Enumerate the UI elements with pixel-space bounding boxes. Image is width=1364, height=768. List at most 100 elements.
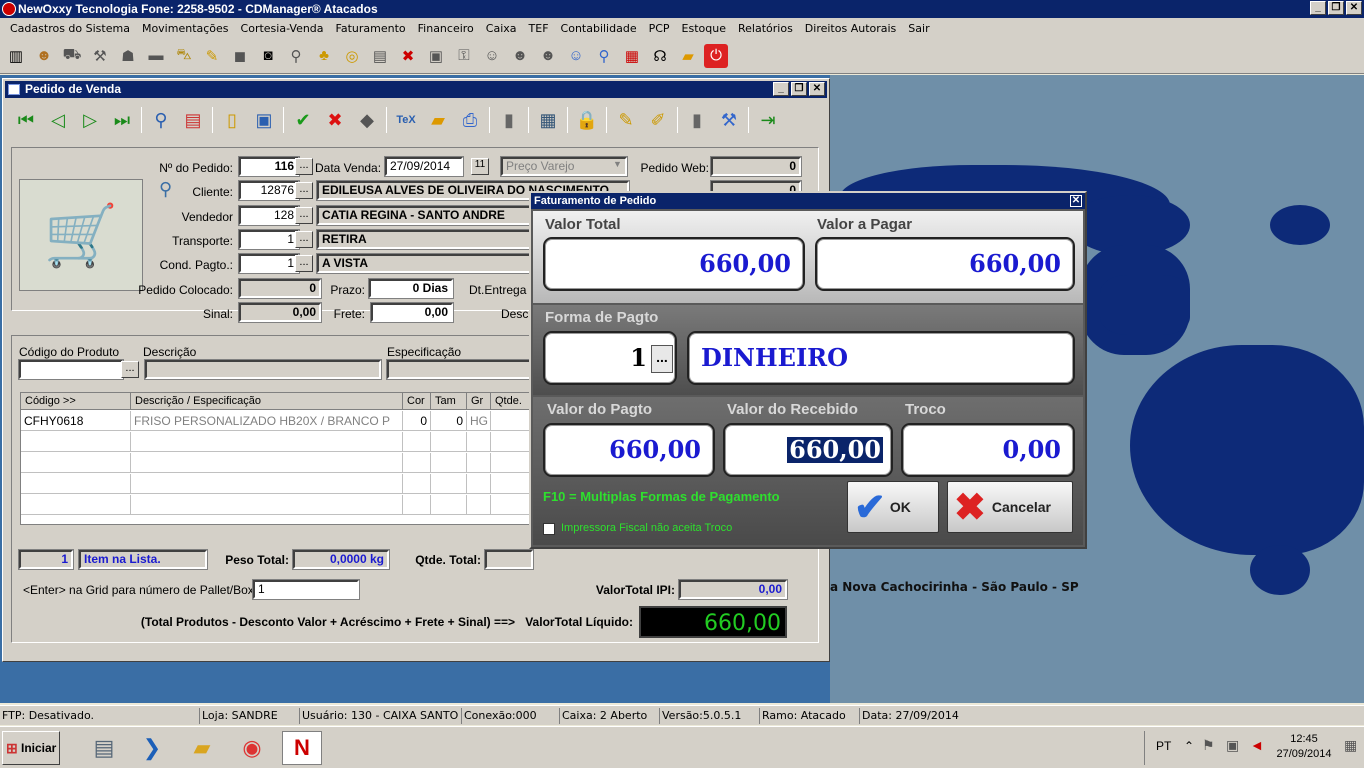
cond-codigo-field[interactable]: 1 [238,253,300,274]
users-icon[interactable]: ☻ [32,44,56,68]
col-tam[interactable]: Tam [431,393,467,410]
menu-estoque[interactable]: Estoque [676,22,732,35]
user-settings-icon[interactable]: ☺ [564,44,588,68]
menu-movimentacoes[interactable]: Movimentações [136,22,235,35]
edit-note-icon[interactable]: ✐ [645,107,671,133]
prev-record-icon[interactable]: ◁ [45,107,71,133]
produto-lookup-button[interactable]: ... [121,361,139,378]
menu-contabilidade[interactable]: Contabilidade [555,22,643,35]
search-icon[interactable]: ⚲ [592,44,616,68]
col-gr[interactable]: Gr [467,393,491,410]
menu-sair[interactable]: Sair [902,22,935,35]
menu-cortesia-venda[interactable]: Cortesia-Venda [235,22,330,35]
pedido-close-button[interactable]: ✕ [809,82,825,96]
dialog-close-button[interactable]: ✕ [1070,195,1082,207]
save-icon[interactable]: ▣ [251,107,277,133]
menu-pcp[interactable]: PCP [643,22,676,35]
menu-cadastros[interactable]: Cadastros do Sistema [4,22,136,35]
clock-date[interactable]: 27/09/2014 [1272,748,1336,760]
clock-time[interactable]: 12:45 [1272,733,1336,745]
col-descricao[interactable]: Descrição / Especificação [131,393,403,410]
box-icon[interactable]: ◼ [228,44,252,68]
col-cor[interactable]: Cor [403,393,431,410]
prazo-field[interactable]: 0 Dias [368,278,454,299]
next-record-icon[interactable]: ▷ [77,107,103,133]
coins-icon[interactable]: ◎ [340,44,364,68]
tools-icon[interactable]: ⚒ [716,107,742,133]
language-indicator[interactable]: PT [1156,739,1171,753]
truck-icon[interactable]: ⛟ [60,44,84,68]
hammer-icon[interactable]: ⚒ [88,44,112,68]
chevron-down-icon[interactable]: ▼ [613,159,622,169]
table-row[interactable] [21,474,531,494]
calculator-icon[interactable]: ▦ [535,107,561,133]
table-row[interactable]: CFHY0618 FRISO PERSONALIZADO HB20X / BRA… [21,411,531,431]
pedido-restore-button[interactable]: ❐ [791,82,807,96]
zoom-icon[interactable]: ⚲ [284,44,308,68]
calendar-icon[interactable]: ▦ [620,44,644,68]
pallet-field[interactable]: 1 [252,579,360,600]
camera-icon[interactable]: ◙ [256,44,280,68]
restore-button[interactable]: ❐ [1328,1,1344,15]
confirm-icon[interactable]: ✔ [290,107,316,133]
cdmanager-task-icon[interactable]: N [282,731,322,765]
vendedor-lookup-button[interactable]: ... [295,207,313,224]
cancel-button[interactable]: ✖ Cancelar [947,481,1073,533]
edit-icon[interactable]: ✎ [200,44,224,68]
menu-caixa[interactable]: Caixa [480,22,523,35]
document-icon[interactable]: ▤ [368,44,392,68]
vendedor-codigo-field[interactable]: 128 [238,205,300,226]
people-icon[interactable]: ☺ [480,44,504,68]
key-icon[interactable]: ⚿ [452,44,476,68]
forma-lookup-button[interactable]: ... [651,345,673,373]
first-record-icon[interactable]: ⏮ [13,107,39,133]
valor-recebido-input[interactable]: 660,00 [723,423,893,477]
numero-lookup-button[interactable]: ... [295,158,313,175]
eraser-icon[interactable]: ◆ [354,107,380,133]
items-grid[interactable]: Código >> Descrição / Especificação Cor … [20,392,532,525]
codigo-produto-input[interactable] [18,359,124,380]
last-record-icon[interactable]: ⏭ [109,107,135,133]
col-qtde[interactable]: Qtde. [491,393,531,410]
group-icon[interactable]: ☗ [116,44,140,68]
report-icon[interactable]: ▤ [180,107,206,133]
menu-relatorios[interactable]: Relatórios [732,22,799,35]
headset-icon[interactable]: ☊ [648,44,672,68]
frete-field[interactable]: 0,00 [370,302,454,323]
powershell-icon[interactable]: ❯ [134,731,170,765]
table-row[interactable] [21,432,531,452]
calendar-button[interactable]: 11 [471,158,489,175]
explorer-icon[interactable]: ▰ [184,731,220,765]
start-button[interactable]: ⊞ Iniciar [2,731,60,765]
cliente-lookup-button[interactable]: ... [295,182,313,199]
menu-direitos-autorais[interactable]: Direitos Autorais [799,22,903,35]
tex-icon[interactable]: TeX [393,107,419,133]
document-gray-icon[interactable]: ▮ [496,107,522,133]
barcode-icon[interactable]: ▥ [4,44,28,68]
menu-financeiro[interactable]: Financeiro [412,22,480,35]
card-icon[interactable]: ▬ [144,44,168,68]
pedido-minimize-button[interactable]: _ [773,82,789,96]
tabela-preco-select[interactable]: Preço Varejo [500,156,628,177]
team2-icon[interactable]: ☻ [536,44,560,68]
archive-icon[interactable]: ▣ [424,44,448,68]
flag-icon[interactable]: ⚑ [1202,737,1215,754]
volume-muted-icon[interactable]: ◄ [1250,737,1264,753]
cart-icon[interactable]: ⛍ [172,44,196,68]
troco-checkbox[interactable] [543,523,555,535]
tray-expand-icon[interactable]: ⌃ [1184,739,1194,753]
table-row[interactable] [21,453,531,473]
menu-faturamento[interactable]: Faturamento [330,22,412,35]
col-codigo[interactable]: Código >> [21,393,131,410]
network-icon[interactable]: ▣ [1226,737,1239,754]
table-row[interactable] [21,495,531,515]
new-document-icon[interactable]: ▯ [219,107,245,133]
transporte-codigo-field[interactable]: 1 [238,229,300,250]
folder-icon[interactable]: ▰ [676,44,700,68]
close-button[interactable]: ✕ [1346,1,1362,15]
money-bag-icon[interactable]: ♣ [312,44,336,68]
print-icon[interactable]: ⎙ [457,107,483,133]
open-folder-icon[interactable]: ▰ [425,107,451,133]
transporte-lookup-button[interactable]: ... [295,231,313,248]
menu-tef[interactable]: TEF [523,22,555,35]
